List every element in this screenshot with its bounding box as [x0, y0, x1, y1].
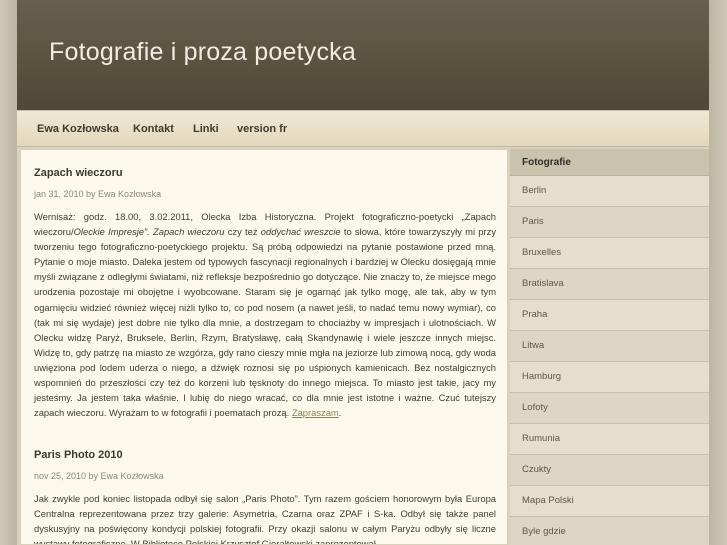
post-meta: jan 31, 2010 by Ewa Kozłowska	[34, 189, 162, 199]
sidebar: Fotografie Berlin Paris Bruxelles Bratis…	[510, 149, 709, 545]
post-body-text: .	[338, 407, 342, 419]
nav-item-kontakt[interactable]: Kontakt	[133, 123, 174, 135]
page-edge-left	[0, 0, 17, 545]
sidebar-item-paris[interactable]: Paris	[510, 207, 709, 238]
sidebar-item-bruxelles[interactable]: Bruxelles	[510, 238, 709, 269]
post: Zapach wieczoru jan 31, 2010 by Ewa Kozł…	[34, 167, 496, 420]
post-body-emphasis: Oleckie Impresje”. Zapach wieczoru	[73, 226, 225, 238]
post-title[interactable]: Zapach wieczoru	[34, 167, 496, 179]
post-body-text: to słowa, które towarzyszyły mi przy two…	[34, 226, 497, 419]
site-header: Fotografie i proza poetycka	[17, 0, 709, 110]
sidebar-item-czukty[interactable]: Czukty	[510, 455, 709, 486]
post-title[interactable]: Paris Photo 2010	[34, 449, 496, 461]
zapraszam-link[interactable]: Zapraszam	[292, 407, 339, 418]
sidebar-item-praha[interactable]: Praha	[510, 300, 709, 331]
sidebar-item-mapa-polski[interactable]: Mapa Polski	[510, 486, 709, 517]
nav-item-linki[interactable]: Linki	[193, 123, 219, 135]
sidebar-item-litwa[interactable]: Litwa	[510, 331, 709, 362]
post-body: Wernisaż: godz. 18.00, 3.02.2011, Olecka…	[34, 209, 496, 420]
nav-item-ewa-kozlowska[interactable]: Ewa Kozłowska	[37, 123, 119, 135]
sidebar-list: Berlin Paris Bruxelles Bratislava Praha …	[510, 176, 709, 545]
sidebar-item-berlin[interactable]: Berlin	[510, 176, 709, 207]
sidebar-item-bratislava[interactable]: Bratislava	[510, 269, 709, 300]
sidebar-item-lofoty[interactable]: Lofoty	[510, 393, 709, 424]
nav-item-version-fr[interactable]: version fr	[237, 123, 287, 135]
sidebar-item-byle-gdzie[interactable]: Byle gdzie	[510, 517, 709, 545]
sidebar-item-rumunia[interactable]: Rumunia	[510, 424, 709, 455]
post-body-text: czy też	[224, 226, 261, 238]
sidebar-header: Fotografie	[510, 149, 709, 176]
post-body-emphasis: oddychać wreszcie	[260, 226, 341, 238]
main-nav: Ewa Kozłowska Kontakt Linki version fr	[17, 110, 709, 147]
site-title[interactable]: Fotografie i proza poetycka	[49, 38, 356, 67]
main-content: Zapach wieczoru jan 31, 2010 by Ewa Kozł…	[20, 149, 508, 545]
post-meta: nov 25, 2010 by Ewa Kozłowska	[34, 471, 164, 481]
page-edge-right	[709, 0, 727, 545]
post: Paris Photo 2010 nov 25, 2010 by Ewa Koz…	[34, 449, 496, 545]
post-body: Jak zwykle pod koniec listopada odbył si…	[34, 493, 496, 545]
sidebar-item-hamburg[interactable]: Hamburg	[510, 362, 709, 393]
